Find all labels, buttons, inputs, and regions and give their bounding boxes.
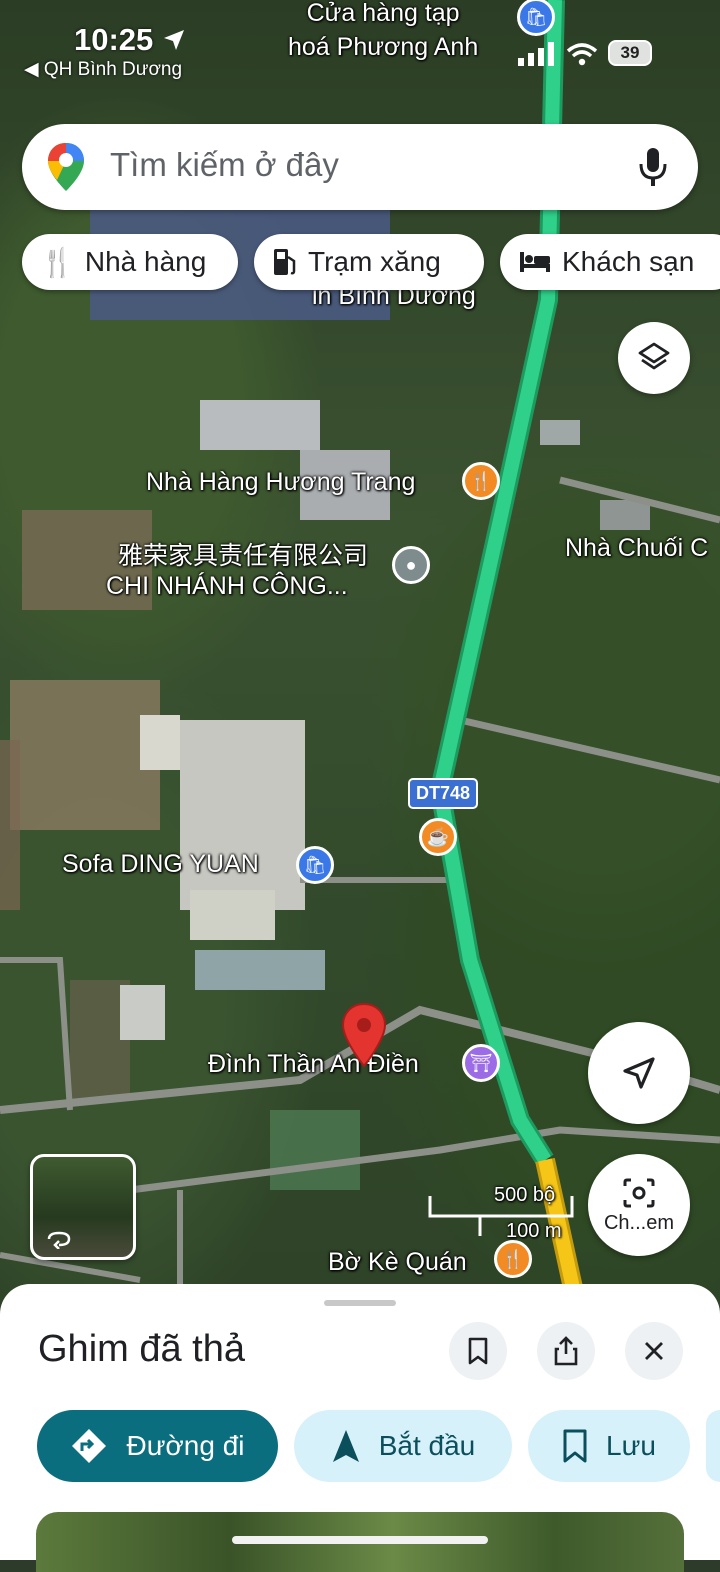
bookmark-icon	[563, 1429, 587, 1463]
map-label-branch[interactable]: CHI NHÁNH CÔNG...	[106, 572, 348, 601]
layers-button[interactable]	[618, 322, 690, 394]
map-label-chinese-company[interactable]: 雅荣家具责任有限公司	[118, 536, 368, 572]
share-icon	[554, 1336, 578, 1366]
my-location-button[interactable]	[588, 1022, 690, 1124]
location-dot-icon[interactable]: ●	[392, 546, 430, 584]
share-button[interactable]	[537, 1322, 595, 1380]
map-label-huong-trang[interactable]: Nhà Hàng Hương Trang	[146, 468, 415, 497]
directions-icon	[72, 1429, 107, 1463]
scale-label-feet: 500 bộ	[494, 1184, 556, 1206]
hotel-icon	[520, 252, 550, 272]
save-button[interactable]: Lưu	[528, 1410, 690, 1482]
restaurant-icon: 🍴	[40, 246, 75, 278]
dropped-pin-icon[interactable]	[340, 1002, 388, 1068]
sheet-title: Ghim đã thả	[38, 1328, 245, 1370]
cellular-signal-icon	[518, 42, 554, 66]
layers-icon	[638, 342, 670, 370]
bookmark-icon	[468, 1337, 488, 1365]
start-button[interactable]: Bắt đầu	[294, 1410, 512, 1482]
search-input[interactable]: Tìm kiếm ở đây	[110, 146, 339, 184]
chip-restaurants[interactable]: 🍴 Nhà hàng	[22, 234, 238, 290]
directions-label: Đường đi	[126, 1430, 245, 1461]
camera-button-label: Ch...em	[603, 1211, 675, 1234]
status-bar: 10:25 ◀ QH Bình Dương 39	[0, 22, 720, 82]
close-icon	[645, 1342, 663, 1360]
location-arrow-icon	[164, 30, 184, 50]
close-button[interactable]	[625, 1322, 683, 1380]
status-time: 10:25	[74, 22, 154, 57]
google-maps-logo-icon	[48, 143, 84, 191]
camera-icon	[623, 1178, 655, 1207]
save-label: Lưu	[606, 1430, 656, 1461]
cafe-poi-icon[interactable]: ☕	[419, 818, 457, 856]
chip-label: Khách sạn	[562, 246, 695, 277]
home-indicator[interactable]	[232, 1536, 488, 1544]
navigation-arrow-icon	[623, 1057, 655, 1089]
map-label-nha-chuoi[interactable]: Nhà Chuối C	[565, 534, 708, 563]
start-label: Bắt đầu	[378, 1430, 476, 1461]
directions-button[interactable]: Đường đi	[37, 1410, 278, 1482]
navigation-arrow-icon	[332, 1430, 359, 1462]
microphone-icon[interactable]	[638, 146, 668, 188]
temple-poi-icon[interactable]: ⛩	[462, 1044, 500, 1082]
restaurant-poi-icon[interactable]: 🍴	[494, 1240, 532, 1278]
scale-label-meters: 100 m	[506, 1220, 562, 1242]
search-bar[interactable]: Tìm kiếm ở đây	[22, 124, 698, 210]
chip-gas-stations[interactable]: Trạm xăng	[254, 234, 484, 290]
chip-label: Trạm xăng	[308, 246, 441, 277]
chip-hotels[interactable]: Khách sạn	[500, 234, 720, 290]
save-pin-button[interactable]	[449, 1322, 507, 1380]
sheet-drag-handle[interactable]	[324, 1300, 396, 1306]
restaurant-poi-icon[interactable]: 🍴	[462, 462, 500, 500]
map-label-sofa[interactable]: Sofa DING YUAN	[62, 850, 259, 879]
back-to-app-link[interactable]: ◀ QH Bình Dương	[24, 58, 182, 81]
more-actions-partial[interactable]	[706, 1410, 720, 1482]
street-view-thumbnail[interactable]	[30, 1154, 136, 1260]
gas-station-icon	[274, 249, 296, 275]
camera-search-button[interactable]: Ch...em	[588, 1154, 690, 1256]
map-label-bo-ke[interactable]: Bờ Kè Quán	[328, 1248, 467, 1277]
chip-label: Nhà hàng	[84, 246, 207, 277]
wifi-icon	[566, 43, 598, 66]
shopping-bag-icon[interactable]: 🛍	[296, 846, 334, 884]
street-view-rotate-icon	[47, 1231, 71, 1249]
road-shield-dt748: DT748	[408, 778, 479, 809]
battery-indicator: 39	[608, 40, 652, 66]
